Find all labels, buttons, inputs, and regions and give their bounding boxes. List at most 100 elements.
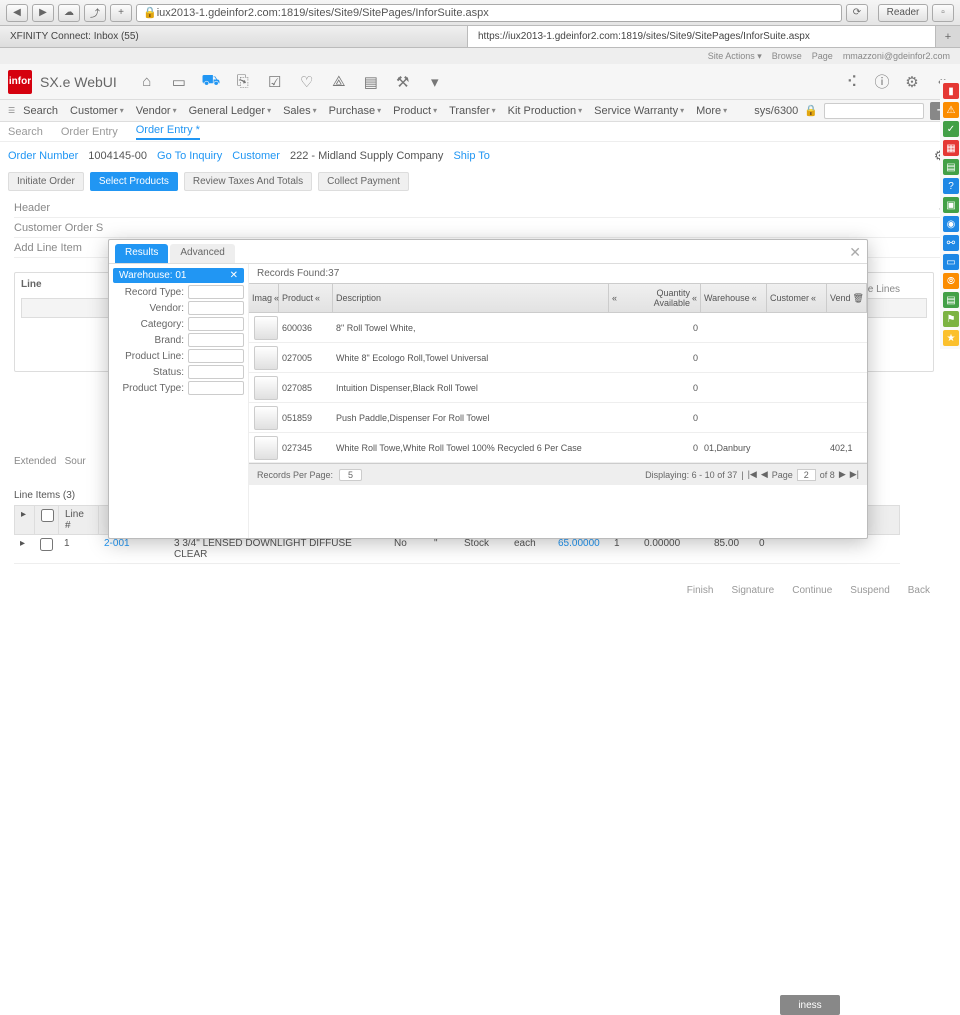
browse-tab[interactable]: Browse	[772, 51, 802, 61]
menu-more[interactable]: More▾	[692, 105, 731, 117]
pager-prev[interactable]: ◀	[761, 469, 768, 480]
info-icon[interactable]: ⓘ	[872, 72, 892, 92]
sb-star-icon[interactable]: ★	[943, 330, 959, 346]
filter-product-line[interactable]: Product Line:	[113, 349, 244, 363]
back-button-footer[interactable]: Back	[908, 585, 930, 596]
sb-alert-icon[interactable]: ⚠	[943, 102, 959, 118]
filter-brand[interactable]: Brand:	[113, 333, 244, 347]
table-row[interactable]: 027345White Roll Towe,White Roll Towel 1…	[249, 433, 867, 463]
share-button[interactable]: ⤴	[84, 4, 106, 22]
sb-list-icon[interactable]: ▤	[943, 292, 959, 308]
menu-customer[interactable]: Customer▾	[66, 105, 128, 117]
tab-search[interactable]: Search	[8, 126, 43, 138]
tab-results[interactable]: Results	[115, 244, 168, 263]
continue-button[interactable]: Continue	[792, 585, 832, 596]
col-customer[interactable]: Customer «	[767, 284, 827, 312]
menu-gl[interactable]: General Ledger▾	[185, 105, 275, 117]
menu-kit[interactable]: Kit Production▾	[504, 105, 587, 117]
finish-button[interactable]: Finish	[687, 585, 714, 596]
forklift-icon[interactable]: ⛟	[201, 72, 221, 92]
select-all-checkbox[interactable]	[41, 509, 54, 522]
menu-sales[interactable]: Sales▾	[279, 105, 321, 117]
sb-help-icon[interactable]: ?	[943, 178, 959, 194]
tab-oe1[interactable]: Order Entry	[61, 126, 118, 138]
step-initiate[interactable]: Initiate Order	[8, 172, 84, 191]
filter-product-type[interactable]: Product Type:	[113, 381, 244, 395]
add-button[interactable]: +	[110, 4, 132, 22]
sb-task-icon[interactable]: ✓	[943, 121, 959, 137]
sb-binoc-icon[interactable]: ⦾	[943, 273, 959, 289]
dropdown-icon[interactable]: ▾	[425, 72, 445, 92]
page-input[interactable]: 2	[797, 469, 816, 481]
menu-product[interactable]: Product▾	[389, 105, 441, 117]
site-actions[interactable]: Site Actions ▾	[708, 51, 762, 62]
new-tab-button[interactable]: +	[936, 26, 960, 47]
goto-inquiry-link[interactable]: Go To Inquiry	[157, 150, 222, 162]
tab-oe2[interactable]: Order Entry *	[136, 124, 200, 140]
sb-pin-icon[interactable]: ◉	[943, 216, 959, 232]
col-warehouse[interactable]: Warehouse «	[701, 284, 767, 312]
refresh-button[interactable]: ⟳	[846, 4, 868, 22]
suspend-button[interactable]: Suspend	[850, 585, 889, 596]
menu-warranty[interactable]: Service Warranty▾	[590, 105, 688, 117]
table-row[interactable]: 051859Push Paddle,Dispenser For Roll Tow…	[249, 403, 867, 433]
table-row[interactable]: 027085Intuition Dispenser,Black Roll Tow…	[249, 373, 867, 403]
browser-tab[interactable]: XFINITY Connect: Inbox (55)	[0, 26, 468, 47]
tab-extended[interactable]: Extended	[14, 456, 56, 467]
chart-icon[interactable]: ⟁	[329, 72, 349, 92]
pager-next[interactable]: ▶	[839, 469, 846, 480]
menu-search[interactable]: Search	[19, 105, 62, 117]
row-checkbox[interactable]	[40, 538, 53, 551]
back-button[interactable]: ◀	[6, 4, 28, 22]
heart-icon[interactable]: ♡	[297, 72, 317, 92]
customer-link[interactable]: Customer	[232, 150, 280, 162]
table-row[interactable]: 6000368" Roll Towel White,0	[249, 313, 867, 343]
col-vendor[interactable]: Vend 🗑	[827, 284, 867, 312]
business-button[interactable]: iness	[780, 995, 840, 1015]
filter-vendor[interactable]: Vendor:	[113, 301, 244, 315]
menu-expand-icon[interactable]: ☰	[8, 106, 15, 115]
signature-button[interactable]: Signature	[731, 585, 774, 596]
reader-button[interactable]: Reader	[878, 4, 928, 22]
pager-first[interactable]: |◀	[748, 469, 757, 480]
url-bar[interactable]: 🔒 iux2013-1.gdeinfor2.com:1819/sites/Sit…	[136, 4, 842, 22]
truck-icon[interactable]: ▭	[169, 72, 189, 92]
report-icon[interactable]: ▤	[361, 72, 381, 92]
forward-button[interactable]: ▶	[32, 4, 54, 22]
quick-search-input[interactable]	[824, 103, 924, 119]
task-icon[interactable]: ⎘	[233, 72, 253, 92]
sb-flag-icon[interactable]: ⚑	[943, 311, 959, 327]
share-icon[interactable]: ⠪	[842, 72, 862, 92]
filter-status[interactable]: Status:	[113, 365, 244, 379]
col-qty[interactable]: « Quantity Available «	[609, 284, 701, 312]
menu-transfer[interactable]: Transfer▾	[445, 105, 500, 117]
order-number-label[interactable]: Order Number	[8, 150, 78, 162]
rpp-select[interactable]: 5	[339, 469, 362, 481]
sb-card-icon[interactable]: ▭	[943, 254, 959, 270]
section-header[interactable]: Header⌄	[14, 198, 946, 218]
col-product[interactable]: Product «	[279, 284, 333, 312]
sb-chart-icon[interactable]: ▮	[943, 83, 959, 99]
menu-purchase[interactable]: Purchase▾	[325, 105, 386, 117]
menu-vendor[interactable]: Vendor▾	[132, 105, 181, 117]
shipto-link[interactable]: Ship To	[453, 150, 490, 162]
filter-record-type[interactable]: Record Type:	[113, 285, 244, 299]
sb-link-icon[interactable]: ⚯	[943, 235, 959, 251]
bookmark-button[interactable]: ▫	[932, 4, 954, 22]
pager-last[interactable]: ▶|	[850, 469, 859, 480]
step-taxes[interactable]: Review Taxes And Totals	[184, 172, 312, 191]
cloud-button[interactable]: ☁	[58, 4, 80, 22]
warehouse-selector[interactable]: Warehouse: 01✕	[113, 268, 244, 283]
home-icon[interactable]: ⌂	[137, 72, 157, 92]
check-icon[interactable]: ☑	[265, 72, 285, 92]
col-image[interactable]: Imag «	[249, 284, 279, 312]
table-row[interactable]: ▸ 1 2-001 3 3/4" LENSED DOWNLIGHT DIFFUS…	[14, 535, 900, 564]
step-select-products[interactable]: Select Products	[90, 172, 178, 191]
section-cos[interactable]: Customer Order S	[14, 218, 946, 238]
table-row[interactable]: 027005White 8" Ecologo Roll,Towel Univer…	[249, 343, 867, 373]
gear-icon[interactable]: ⚙	[902, 72, 922, 92]
tab-sour[interactable]: Sour	[65, 456, 86, 467]
tab-advanced[interactable]: Advanced	[170, 244, 234, 263]
sb-doc-icon[interactable]: ▤	[943, 159, 959, 175]
tools-icon[interactable]: ⚒	[393, 72, 413, 92]
